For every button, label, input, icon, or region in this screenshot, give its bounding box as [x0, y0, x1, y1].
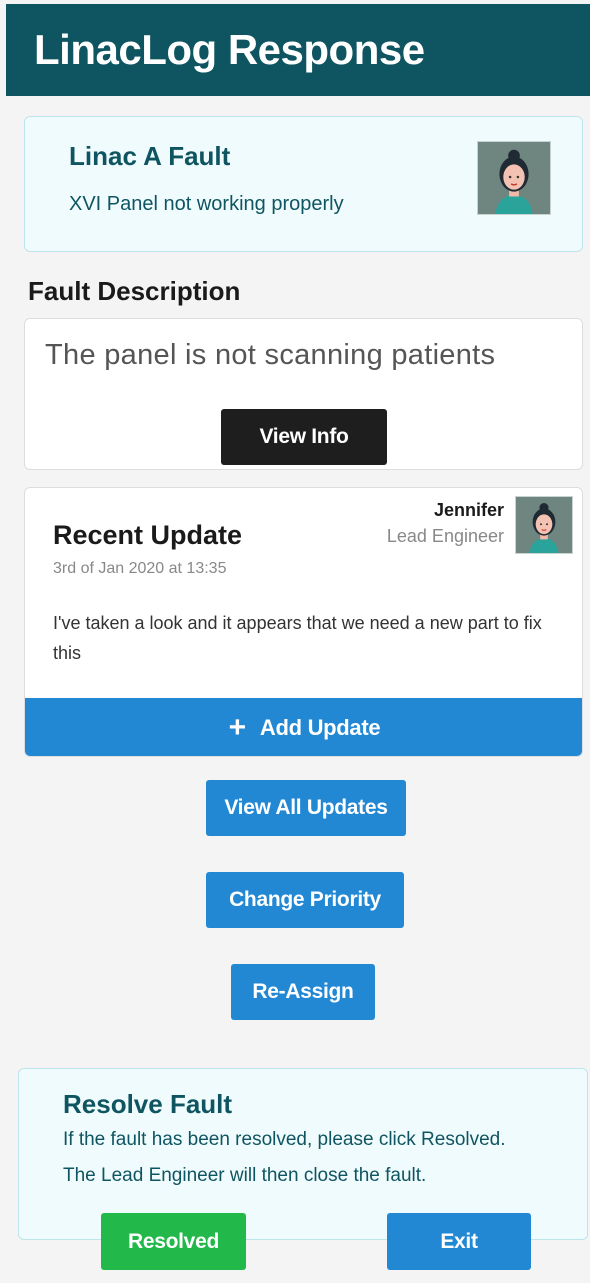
avatar-female-icon [516, 497, 572, 553]
update-timestamp: 3rd of Jan 2020 at 13:35 [53, 560, 227, 577]
reassign-button[interactable]: Re-Assign [231, 964, 375, 1020]
change-priority-button[interactable]: Change Priority [206, 872, 404, 928]
engineer-avatar [515, 496, 573, 554]
update-body-text: I've taken a look and it appears that we… [53, 613, 542, 663]
engineer-name: Jennifer [433, 500, 504, 520]
recent-update-title: Recent Update [53, 520, 243, 550]
fault-summary-card: Linac A Fault XVI Panel not working prop… [24, 116, 583, 252]
exit-button[interactable]: Exit [387, 1213, 531, 1270]
reporter-avatar [477, 141, 551, 215]
view-all-updates-button[interactable]: View All Updates [206, 780, 406, 836]
app-header: LinacLog Response [6, 4, 590, 96]
view-info-button[interactable]: View Info [221, 409, 387, 465]
avatar-female-icon [478, 142, 550, 214]
app-title: LinacLog Response [34, 26, 425, 73]
plus-icon: + [228, 711, 247, 744]
fault-description-heading: Fault Description [28, 276, 241, 306]
fault-description-text: The panel is not scanning patients [45, 339, 496, 371]
resolve-fault-title: Resolve Fault [63, 1089, 233, 1119]
resolve-instruction-line1: If the fault has been resolved, please c… [63, 1129, 506, 1150]
add-update-label: Add Update [259, 715, 381, 740]
engineer-role: Lead Engineer [386, 526, 504, 546]
resolved-button[interactable]: Resolved [101, 1213, 246, 1270]
fault-title: Linac A Fault [69, 141, 231, 171]
fault-subtitle: XVI Panel not working properly [69, 193, 344, 215]
add-update-button[interactable]: + Add Update [25, 698, 582, 756]
recent-update-card: Recent Update 3rd of Jan 2020 at 13:35 J… [24, 487, 583, 757]
fault-description-card: The panel is not scanning patients View … [24, 318, 583, 470]
page: LinacLog Response Linac A Fault XVI Pane… [0, 0, 590, 1283]
resolve-instruction-line2: The Lead Engineer will then close the fa… [63, 1165, 427, 1186]
